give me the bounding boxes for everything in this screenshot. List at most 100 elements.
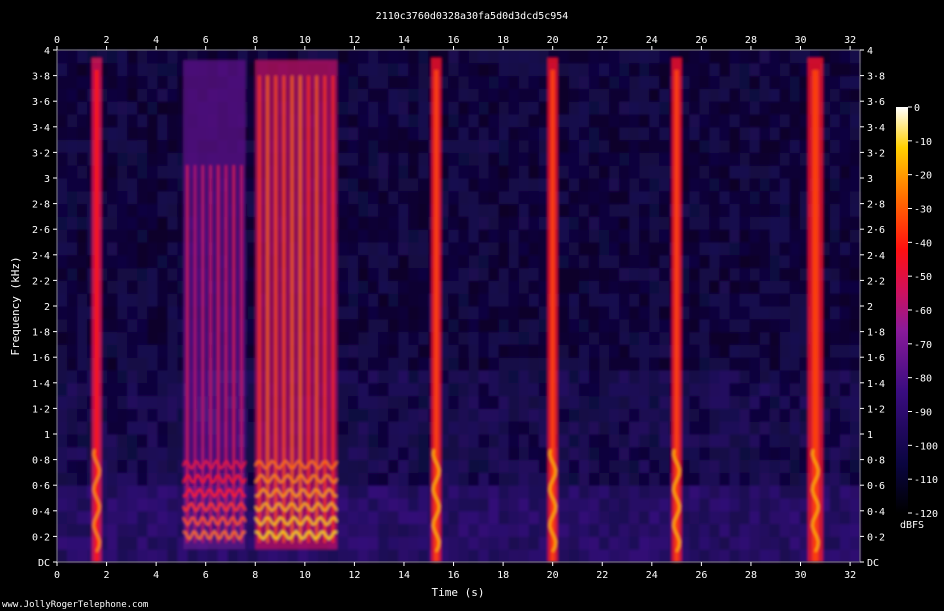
- noise-cell: [408, 421, 419, 435]
- noise-cell: [478, 62, 490, 77]
- noise-cell: [619, 267, 630, 281]
- noise-cell: [629, 254, 640, 269]
- noise-cell: [689, 101, 700, 115]
- noise-cell: [368, 242, 379, 256]
- noise-cell: [709, 216, 720, 230]
- noise-cell: [829, 203, 841, 217]
- noise-cell: [699, 190, 710, 205]
- noise-cell: [418, 178, 429, 192]
- noise-cell: [839, 395, 851, 409]
- voice-band: [193, 165, 197, 543]
- noise-cell: [117, 203, 128, 217]
- x-tick-label-bottom: 32: [844, 570, 856, 581]
- noise-cell: [137, 190, 148, 205]
- noise-cell: [829, 498, 841, 512]
- noise-cell: [578, 459, 590, 473]
- noise-cell: [77, 536, 88, 550]
- noise-cell: [528, 344, 540, 358]
- voice-band: [323, 75, 326, 543]
- noise-cell: [388, 165, 399, 179]
- noise-cell: [839, 434, 851, 448]
- noise-cell: [127, 485, 138, 499]
- noise-cell: [448, 114, 459, 128]
- noise-cell: [508, 152, 520, 166]
- noise-cell: [147, 126, 158, 141]
- noise-cell: [719, 395, 731, 409]
- noise-cell: [348, 126, 359, 141]
- noise-cell: [699, 357, 710, 371]
- noise-cell: [117, 331, 128, 345]
- noise-cell: [659, 293, 670, 307]
- noise-cell: [167, 549, 178, 563]
- noise-cell: [518, 75, 530, 89]
- noise-cell: [338, 139, 349, 153]
- noise-cell: [368, 382, 379, 397]
- noise-cell: [659, 62, 670, 77]
- noise-cell: [488, 88, 500, 102]
- noise-cell: [408, 498, 419, 512]
- noise-cell: [558, 370, 570, 384]
- noise-cell: [418, 446, 429, 461]
- noise-cell: [398, 434, 409, 448]
- x-tick-label-bottom: 12: [348, 570, 360, 581]
- noise-cell: [719, 229, 731, 243]
- noise-cell: [137, 254, 148, 269]
- noise-cell: [157, 75, 168, 89]
- noise-cell: [57, 459, 68, 473]
- noise-cell: [388, 395, 399, 409]
- noise-cell: [849, 536, 861, 550]
- noise-cell: [568, 101, 580, 115]
- noise-cell: [528, 357, 540, 371]
- noise-cell: [508, 101, 520, 115]
- noise-cell: [568, 242, 580, 256]
- noise-cell: [558, 190, 570, 205]
- noise-cell: [468, 549, 480, 563]
- noise-cell: [839, 178, 851, 192]
- noise-cell: [408, 549, 419, 563]
- noise-cell: [107, 408, 118, 422]
- noise-cell: [458, 152, 470, 166]
- noise-cell: [719, 62, 731, 77]
- noise-cell: [639, 357, 650, 371]
- noise-cell: [338, 331, 349, 345]
- noise-cell: [619, 88, 630, 102]
- noise-cell: [789, 382, 801, 397]
- noise-cell: [458, 126, 470, 141]
- noise-cell: [137, 318, 148, 333]
- noise-cell: [398, 229, 409, 243]
- noise-cell: [338, 242, 349, 256]
- noise-cell: [629, 229, 640, 243]
- noise-cell: [619, 536, 630, 550]
- noise-cell: [578, 75, 590, 89]
- x-tick-label-top: 22: [596, 35, 608, 46]
- noise-cell: [689, 293, 700, 307]
- noise-cell: [418, 152, 429, 166]
- noise-cell: [558, 318, 570, 333]
- noise-cell: [67, 152, 78, 166]
- noise-cell: [789, 190, 801, 205]
- noise-cell: [719, 165, 731, 179]
- noise-cell: [749, 75, 761, 89]
- noise-cell: [137, 306, 148, 320]
- noise-cell: [629, 88, 640, 102]
- noise-cell: [368, 370, 379, 384]
- noise-cell: [458, 434, 470, 448]
- noise-cell: [378, 280, 389, 294]
- noise-cell: [448, 344, 459, 358]
- noise-cell: [157, 190, 168, 205]
- noise-cell: [749, 382, 761, 397]
- noise-cell: [699, 229, 710, 243]
- noise-cell: [107, 190, 118, 205]
- noise-cell: [117, 101, 128, 115]
- noise-cell: [839, 139, 851, 153]
- noise-cell: [167, 126, 178, 141]
- noise-cell: [177, 549, 188, 563]
- noise-cell: [67, 408, 78, 422]
- noise-cell: [498, 395, 510, 409]
- noise-cell: [167, 306, 178, 320]
- noise-cell: [709, 370, 720, 384]
- noise-cell: [508, 216, 520, 230]
- noise-cell: [528, 421, 540, 435]
- noise-cell: [338, 370, 349, 384]
- noise-cell: [518, 344, 530, 358]
